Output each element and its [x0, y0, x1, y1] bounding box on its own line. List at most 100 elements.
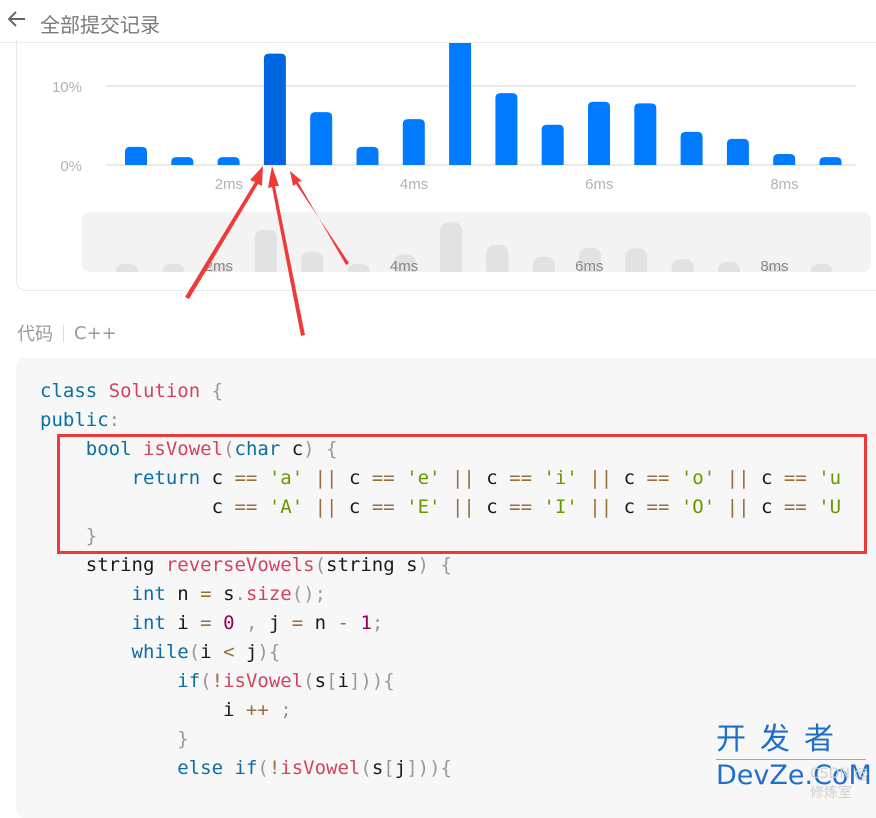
bar: [634, 103, 657, 165]
bar: [588, 101, 610, 165]
divider: [63, 324, 64, 342]
overview-bar: [810, 264, 833, 272]
code-token: (: [303, 670, 315, 692]
code-token: ;: [280, 699, 292, 721]
bar: [680, 131, 703, 165]
watermark-cn: 开发者: [716, 722, 848, 757]
code-token: j: [257, 612, 292, 634]
bar: [171, 157, 194, 165]
overview-bar: [301, 251, 324, 272]
code-token: (: [200, 670, 212, 692]
code-token: }: [177, 728, 189, 750]
code-token: <: [223, 641, 235, 663]
code-token: string: [40, 554, 166, 576]
code-token: Solution: [108, 380, 201, 402]
overview-bar: [254, 229, 277, 272]
code-token: (: [360, 757, 372, 779]
code-token: ): [417, 554, 429, 576]
code-line: int n = s.size();: [40, 580, 841, 609]
bar: [356, 146, 379, 165]
overview-bar: [671, 259, 694, 272]
code-token: i: [200, 641, 224, 663]
overview-bar: [440, 222, 463, 272]
code-token: =: [200, 612, 212, 634]
code-token: [: [383, 757, 395, 779]
x-tick-label: 2ms: [215, 176, 243, 193]
overview-bar: [717, 262, 740, 272]
y-tick-label: 0%: [60, 158, 82, 175]
code-line: public:: [40, 406, 841, 435]
code-token: else: [177, 757, 224, 779]
code-token: if: [177, 670, 201, 692]
bar: [726, 138, 749, 165]
overview-brush: [82, 212, 871, 272]
code-token: [: [326, 670, 338, 692]
code-token: isVowel: [280, 757, 361, 779]
code-token: s: [314, 670, 327, 692]
code-token: =: [200, 583, 212, 605]
code-token: ();: [291, 583, 327, 605]
code-token: s: [371, 757, 384, 779]
code-token: ;: [371, 612, 384, 634]
code-label: 代码: [17, 324, 53, 345]
code-token: (: [257, 757, 269, 779]
code-token: isVowel: [223, 670, 304, 692]
code-token: (: [188, 641, 201, 663]
highlight-box-annotation: [57, 434, 867, 554]
bar: [310, 112, 333, 165]
code-token: ,: [245, 612, 258, 634]
bar: [263, 53, 286, 165]
code-line: string reverseVowels(string s) {: [40, 551, 841, 580]
bar: [217, 157, 240, 165]
code-language-row: 代码 C++: [17, 320, 117, 346]
runtime-distribution-chart: 0%10%2ms4ms6ms8ms10ms12ms14ms2ms4ms6ms8m…: [52, 43, 871, 275]
code-token: (: [314, 554, 327, 576]
y-tick-label: 10%: [52, 79, 82, 96]
code-line: if(!isVowel(s[i])){: [40, 667, 841, 696]
bar: [541, 124, 564, 165]
overview-x-tick-label: 8ms: [760, 258, 788, 275]
watermark-faint: CSDN @修炼室: [810, 766, 869, 801]
bar: [495, 93, 518, 165]
x-tick-label: 6ms: [585, 176, 613, 193]
overview-bar: [162, 264, 185, 272]
code-token: {: [440, 554, 452, 576]
bar: [449, 43, 472, 165]
overview-bar: [347, 264, 370, 272]
code-token: !: [268, 757, 281, 779]
code-token: int: [131, 583, 166, 605]
code-line: int i = 0 , j = n - 1;: [40, 609, 841, 638]
code-token: !: [211, 670, 224, 692]
code-token: j: [394, 757, 407, 779]
code-token: =: [291, 612, 304, 634]
code-token: s: [211, 583, 235, 605]
code-token: class: [40, 380, 98, 402]
code-token: while: [131, 641, 189, 663]
code-token: ){: [257, 641, 281, 663]
code-token: ])){: [348, 670, 395, 692]
code-token: i: [337, 670, 349, 692]
code-line: while(i < j){: [40, 638, 841, 667]
code-token: :: [108, 409, 121, 431]
code-token: int: [131, 612, 166, 634]
code-token: .: [234, 583, 246, 605]
code-token: reverseVowels: [165, 554, 315, 576]
code-line: i ++ ;: [40, 696, 841, 725]
language-label: C++: [74, 322, 117, 344]
overview-bar: [532, 256, 555, 272]
code-token: -: [337, 612, 349, 634]
overview-x-tick-label: 4ms: [390, 258, 418, 275]
bar: [125, 146, 147, 165]
x-tick-label: 8ms: [770, 176, 798, 193]
